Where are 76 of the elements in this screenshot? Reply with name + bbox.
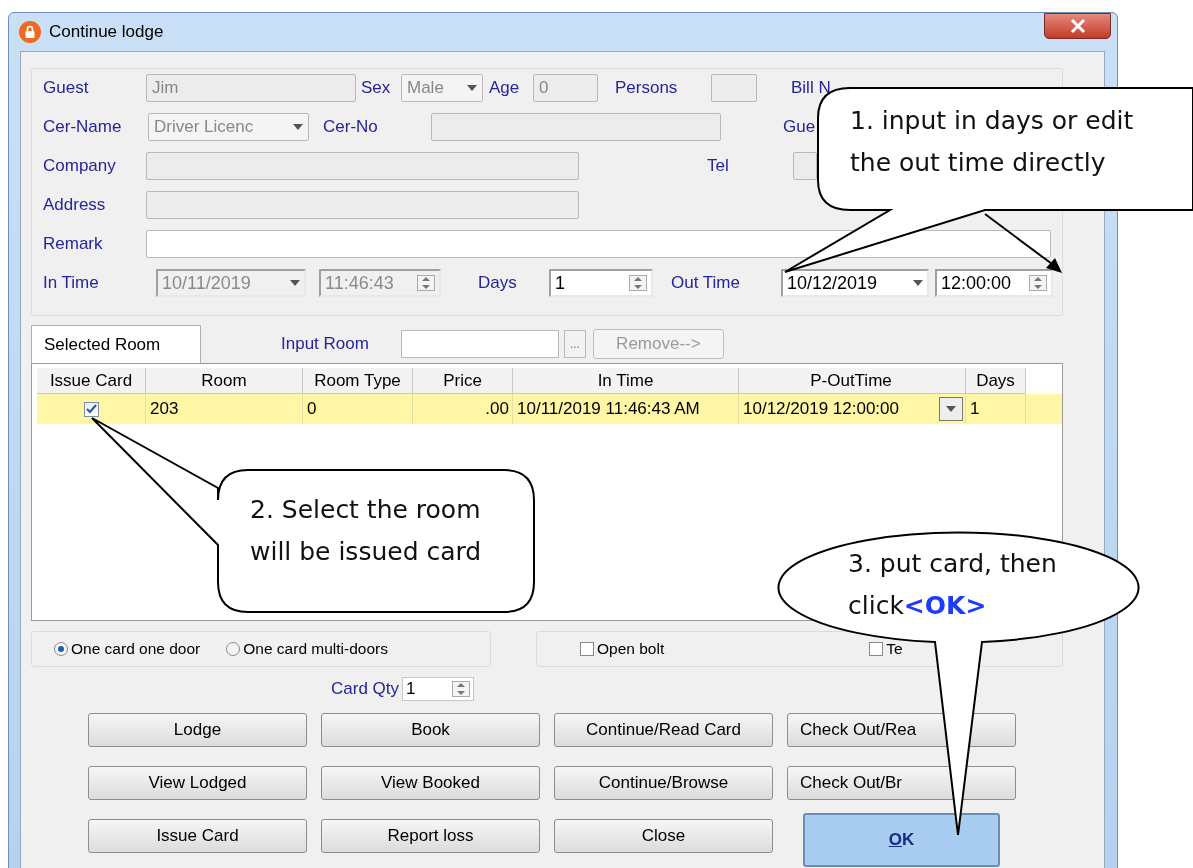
window-title: Continue lodge: [49, 22, 164, 42]
out-date-picker[interactable]: 10/12/2019: [781, 269, 929, 297]
out-time-label: Out Time: [671, 273, 741, 293]
spinner-arrows-icon[interactable]: [417, 275, 435, 291]
address-field[interactable]: [146, 191, 579, 219]
callout-text: 2. Select the room will be issued card: [250, 494, 483, 568]
card-qty-spinner[interactable]: 1: [402, 677, 475, 701]
column-header[interactable]: Room: [146, 368, 303, 394]
table-row[interactable]: 203 0 .00 10/11/2019 11:46:43 AM 10/12/2019 12:00:00 1: [37, 394, 1062, 424]
remark-field[interactable]: [146, 230, 1051, 258]
guest-label: Guest: [43, 78, 90, 98]
dropdown-arrow-icon[interactable]: [293, 124, 303, 130]
action-button[interactable]: Close: [554, 819, 773, 853]
table-cell: .00: [413, 394, 513, 424]
column-header[interactable]: P-OutTime: [739, 368, 966, 394]
browse-button[interactable]: ...: [563, 330, 586, 358]
issue-card-checkbox[interactable]: [83, 401, 99, 417]
callout-text: 1. input in days or edit the out time directly: [850, 105, 1135, 179]
days-spinner[interactable]: 1: [549, 269, 653, 297]
cer-name-label: Cer-Name: [43, 117, 123, 137]
input-room-field[interactable]: [400, 330, 559, 358]
guest-label: Gue: [783, 117, 816, 137]
age-label: Age: [489, 78, 521, 98]
dropdown-button[interactable]: [939, 397, 963, 421]
table-cell: 10/11/2019 11:46:43 AM: [513, 394, 739, 424]
company-field[interactable]: [146, 152, 579, 180]
table-cell: 10/12/2019 12:00:00: [743, 399, 899, 419]
sex-label: Sex: [361, 78, 392, 98]
table-cell: 1: [966, 394, 1026, 424]
tel-label: Tel: [707, 156, 730, 176]
table-cell: 0: [303, 394, 413, 424]
dropdown-arrow-icon[interactable]: [290, 280, 300, 286]
dropdown-arrow-icon[interactable]: [913, 280, 923, 286]
action-button[interactable]: Book: [321, 713, 540, 747]
out-time-picker[interactable]: 12:00:00: [935, 269, 1053, 297]
cer-no-label: Cer-No: [323, 117, 379, 137]
padlock-icon: [19, 21, 41, 43]
cer-no-field[interactable]: [431, 113, 721, 141]
column-header[interactable]: Price: [413, 368, 513, 394]
action-button[interactable]: Continue/Browse: [554, 766, 773, 800]
input-room-label: Input Room: [281, 334, 369, 354]
spinner-arrows-icon[interactable]: [629, 275, 647, 291]
company-label: Company: [43, 156, 117, 176]
callout-text: 3. put card, then click<OK>: [848, 548, 1058, 622]
address-label: Address: [43, 195, 107, 215]
ok-button[interactable]: OK: [803, 813, 1000, 867]
action-button[interactable]: Continue/Read Card: [554, 713, 773, 747]
dropdown-arrow-icon[interactable]: [467, 85, 477, 91]
option-checkbox[interactable]: Open bolt: [580, 640, 665, 658]
card-mode-radio[interactable]: One card one door: [54, 640, 201, 658]
action-button[interactable]: Lodge: [88, 713, 307, 747]
action-button[interactable]: View Booked: [321, 766, 540, 800]
column-header[interactable]: Days: [966, 368, 1026, 394]
action-button[interactable]: Issue Card: [88, 819, 307, 853]
spinner-arrows-icon[interactable]: [1029, 275, 1047, 291]
dropdown-arrow-icon[interactable]: [946, 406, 956, 412]
card-qty-label: Card Qty: [331, 679, 400, 699]
spinner-arrows-icon[interactable]: [452, 681, 471, 697]
persons-field[interactable]: [711, 74, 757, 102]
column-header[interactable]: Issue Card: [37, 368, 146, 394]
column-header[interactable]: Room Type: [303, 368, 413, 394]
tel-field[interactable]: [793, 152, 817, 180]
days-label: Days: [478, 273, 518, 293]
persons-label: Persons: [615, 78, 679, 98]
action-button[interactable]: View Lodged: [88, 766, 307, 800]
option-checkbox[interactable]: Te: [869, 640, 903, 658]
action-button[interactable]: Check Out/Br: [787, 766, 1016, 800]
bill-no-label: Bill N: [791, 78, 831, 98]
action-button[interactable]: Report loss: [321, 819, 540, 853]
remark-label: Remark: [43, 234, 104, 254]
close-button[interactable]: [1044, 13, 1111, 39]
card-mode-radio[interactable]: One card multi-doors: [226, 640, 388, 658]
table-cell: 203: [146, 394, 303, 424]
in-time-label: In Time: [43, 273, 100, 293]
column-header[interactable]: In Time: [513, 368, 739, 394]
room-tab[interactable]: Selected Room: [31, 325, 201, 363]
